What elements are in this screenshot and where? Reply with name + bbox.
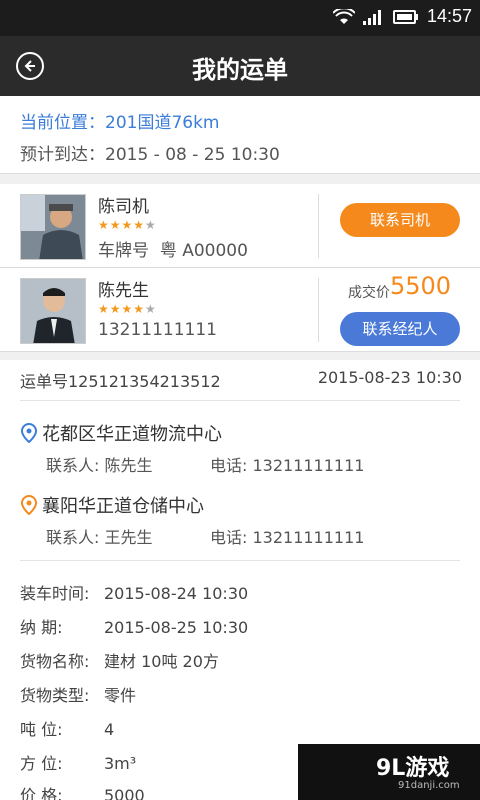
origin-contact: 联系人: 陈先生 bbox=[46, 456, 153, 475]
detail-row: 吨 位: 4 bbox=[20, 720, 115, 739]
order-details: 运单号125121354213512 2015-08-23 10:30 花都区华… bbox=[0, 360, 480, 800]
detail-row: 价 格: 5000 bbox=[20, 786, 145, 800]
arrival-panel: 当前位置：201国道76km 预计到达：2015 - 08 - 25 10:30 bbox=[0, 96, 480, 174]
divider bbox=[20, 400, 460, 401]
agent-name: 陈先生 bbox=[98, 281, 149, 301]
destination-address: 襄阳华正道仓储中心 bbox=[20, 492, 204, 518]
contact-driver-button[interactable]: 联系司机 bbox=[340, 203, 460, 237]
signal-icon bbox=[362, 9, 381, 25]
price-value: 5500 bbox=[390, 272, 452, 300]
origin-address: 花都区华正道物流中心 bbox=[20, 420, 222, 446]
order-date: 2015-08-23 10:30 bbox=[317, 368, 462, 387]
divider bbox=[318, 194, 319, 258]
price-label: 成交价 bbox=[348, 285, 390, 301]
watermark-url: 91danji.com bbox=[398, 780, 460, 791]
plate-number: 车牌号 粤 A00000 bbox=[98, 241, 248, 261]
order-number: 运单号125121354213512 bbox=[20, 372, 221, 391]
current-location: 当前位置：201国道76km bbox=[20, 113, 220, 133]
agent-rating: ★★★★★ bbox=[98, 302, 157, 316]
driver-name: 陈司机 bbox=[98, 197, 149, 217]
wifi-icon bbox=[332, 8, 355, 24]
status-bar: 14:57 bbox=[0, 0, 480, 36]
divider bbox=[0, 174, 480, 184]
watermark-brand: 9L游戏 bbox=[376, 756, 450, 781]
eta: 预计到达：2015 - 08 - 25 10:30 bbox=[20, 145, 280, 165]
detail-row: 纳 期: 2015-08-25 10:30 bbox=[20, 618, 249, 637]
destination-phone[interactable]: 电话: 13211111111 bbox=[210, 524, 364, 548]
location-pin-icon bbox=[20, 495, 38, 515]
destination-contact: 联系人: 王先生 bbox=[46, 528, 153, 547]
agent-card: 陈先生 ★★★★★ 13211111111 成交价 5500 联系经纪人 bbox=[0, 268, 480, 352]
divider bbox=[0, 352, 480, 360]
divider bbox=[318, 278, 319, 342]
title-bar: 我的运单 bbox=[0, 36, 480, 96]
site-watermark: 9L游戏 91danji.com bbox=[298, 744, 480, 800]
driver-rating: ★★★★★ bbox=[98, 218, 157, 232]
origin-phone[interactable]: 电话: 13211111111 bbox=[210, 452, 364, 476]
divider bbox=[20, 560, 460, 561]
driver-avatar bbox=[20, 194, 86, 260]
detail-row: 装车时间: 2015-08-24 10:30 bbox=[20, 584, 249, 603]
driver-card: 陈司机 ★★★★★ 车牌号 粤 A00000 联系司机 bbox=[0, 184, 480, 268]
location-pin-icon bbox=[20, 423, 38, 443]
detail-row: 货物类型: 零件 bbox=[20, 686, 137, 705]
clock: 14:57 bbox=[426, 6, 472, 26]
detail-row: 货物名称: 建材 10吨 20方 bbox=[20, 652, 219, 671]
agent-phone: 13211111111 bbox=[98, 320, 217, 340]
contact-agent-button[interactable]: 联系经纪人 bbox=[340, 312, 460, 346]
page-title: 我的运单 bbox=[192, 56, 288, 84]
battery-icon bbox=[392, 9, 418, 24]
detail-row: 方 位: 3m³ bbox=[20, 754, 137, 773]
agent-avatar bbox=[20, 278, 86, 344]
